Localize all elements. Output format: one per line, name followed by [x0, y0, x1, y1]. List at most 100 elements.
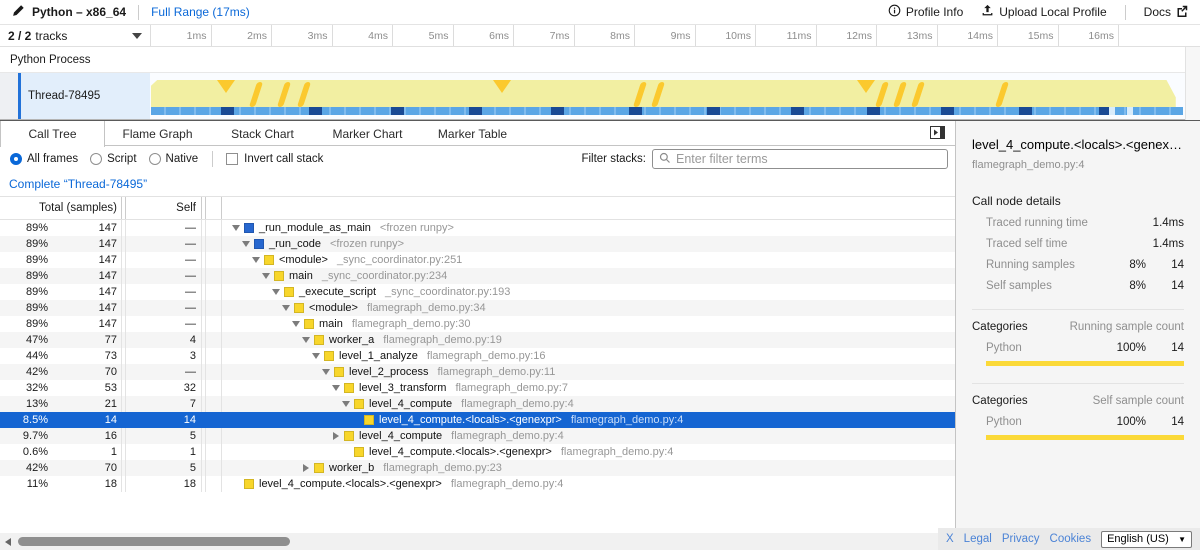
file-location: flamegraph_demo.py:7 — [455, 382, 568, 394]
table-row[interactable]: 89%147—<module>_sync_coordinator.py:251 — [0, 252, 955, 268]
tab-marker-table[interactable]: Marker Table — [420, 121, 525, 146]
time-ruler: 1ms2ms3ms4ms5ms6ms7ms8ms9ms10ms11ms12ms1… — [151, 25, 1119, 46]
row-total-samples: 1 — [52, 446, 120, 458]
column-total-samples[interactable]: Total (samples) — [0, 202, 120, 214]
icon-column — [206, 428, 222, 444]
row-tree-cell: worker_aflamegraph_demo.py:19 — [222, 334, 955, 346]
table-row[interactable]: 9.7%165level_4_computeflamegraph_demo.py… — [0, 428, 955, 444]
expand-down-icon[interactable] — [230, 225, 242, 231]
thread-track[interactable]: Thread-78495 — [0, 73, 1185, 120]
table-row[interactable]: 42%705worker_bflamegraph_demo.py:23 — [0, 460, 955, 476]
triangle-icon — [333, 432, 339, 440]
scroll-left-arrow-icon[interactable] — [5, 538, 11, 546]
category-section: CategoriesSelf sample countPython100%14 — [972, 383, 1184, 440]
table-row[interactable]: 13%217level_4_computeflamegraph_demo.py:… — [0, 396, 955, 412]
breadcrumb[interactable]: Complete “Thread-78495” — [9, 177, 147, 191]
function-name: _run_code — [269, 238, 321, 250]
row-total-samples: 21 — [52, 398, 120, 410]
icon-column — [206, 412, 222, 428]
expand-down-icon[interactable] — [260, 273, 272, 279]
tab-flame-graph[interactable]: Flame Graph — [105, 121, 210, 146]
table-row[interactable]: 42%70—level_2_processflamegraph_demo.py:… — [0, 364, 955, 380]
category-square-icon — [314, 335, 324, 345]
table-row[interactable]: 0.6%11level_4_compute.<locals>.<genexpr>… — [0, 444, 955, 460]
expand-right-icon[interactable] — [330, 432, 342, 440]
file-location: flamegraph_demo.py:23 — [383, 462, 502, 474]
invert-call-stack-checkbox[interactable] — [226, 153, 238, 165]
footer-link-legal[interactable]: Legal — [964, 533, 992, 545]
table-row[interactable]: 11%1818level_4_compute.<locals>.<genexpr… — [0, 476, 955, 492]
edit-pencil-icon[interactable] — [12, 4, 25, 20]
filter-stacks-input[interactable]: Enter filter terms — [652, 149, 948, 169]
radio-native[interactable] — [149, 153, 161, 165]
tracks-dropdown[interactable]: 2 / 2 tracks — [0, 25, 151, 46]
row-total-percent: 8.5% — [0, 414, 52, 426]
expand-right-icon[interactable] — [300, 464, 312, 472]
upload-profile-button[interactable]: Upload Local Profile — [981, 4, 1106, 20]
expand-down-icon[interactable] — [240, 241, 252, 247]
triangle-icon — [292, 321, 300, 327]
row-total-percent: 42% — [0, 462, 52, 474]
table-row[interactable]: 32%5332level_3_transformflamegraph_demo.… — [0, 380, 955, 396]
marker-triangle-icon — [857, 80, 875, 93]
expand-down-icon[interactable] — [280, 305, 292, 311]
file-location: <frozen runpy> — [330, 238, 404, 250]
tab-stack-chart[interactable]: Stack Chart — [210, 121, 315, 146]
top-bar-right: Profile Info Upload Local Profile Docs — [888, 4, 1188, 20]
scrollbar-thumb[interactable] — [18, 537, 290, 546]
profile-info-button[interactable]: Profile Info — [888, 4, 963, 20]
horizontal-scrollbar[interactable] — [0, 533, 940, 550]
row-tree-cell: level_4_compute.<locals>.<genexpr>flameg… — [222, 478, 955, 490]
tab-call-tree[interactable]: Call Tree — [0, 121, 105, 147]
row-tree-cell: _run_module_as_main<frozen runpy> — [222, 222, 955, 234]
radio-script[interactable] — [90, 153, 102, 165]
divider — [138, 5, 139, 20]
expand-down-icon[interactable] — [270, 289, 282, 295]
row-total-samples: 147 — [52, 222, 120, 234]
language-select[interactable]: English (US) ▼ — [1101, 531, 1192, 548]
expand-down-icon[interactable] — [300, 337, 312, 343]
marker-triangle-icon — [493, 80, 511, 93]
timeline-vertical-scrollbar[interactable] — [1185, 47, 1200, 120]
expand-down-icon[interactable] — [290, 321, 302, 327]
expand-down-icon[interactable] — [320, 369, 332, 375]
thread-label[interactable]: Thread-78495 — [21, 73, 150, 119]
row-self: — — [126, 238, 200, 250]
table-row[interactable]: 89%147—main_sync_coordinator.py:234 — [0, 268, 955, 284]
table-row[interactable]: 47%774worker_aflamegraph_demo.py:19 — [0, 332, 955, 348]
sidebar-toggle-icon[interactable] — [930, 126, 1188, 144]
marker-slash-icon — [893, 82, 907, 107]
expand-down-icon[interactable] — [340, 401, 352, 407]
category-square-icon — [244, 479, 254, 489]
footer-dismiss-button[interactable]: X — [946, 533, 954, 545]
table-row[interactable]: 89%147—_execute_script_sync_coordinator.… — [0, 284, 955, 300]
table-row[interactable]: 44%733level_1_analyzeflamegraph_demo.py:… — [0, 348, 955, 364]
category-item-percent: 100% — [1108, 416, 1146, 428]
full-range-link[interactable]: Full Range (17ms) — [151, 5, 250, 19]
expand-down-icon[interactable] — [310, 353, 322, 359]
thread-activity-graph[interactable] — [150, 73, 1185, 119]
footer-links: Legal Privacy Cookies — [964, 533, 1091, 545]
expand-down-icon[interactable] — [250, 257, 262, 263]
cpu-busy-segment — [221, 107, 234, 115]
docs-link[interactable]: Docs — [1144, 5, 1188, 20]
footer-link-privacy[interactable]: Privacy — [1002, 533, 1040, 545]
table-row[interactable]: 89%147—mainflamegraph_demo.py:30 — [0, 316, 955, 332]
table-row[interactable]: 8.5%1414level_4_compute.<locals>.<genexp… — [0, 412, 955, 428]
table-row[interactable]: 89%147—_run_code<frozen runpy> — [0, 236, 955, 252]
radio-all-frames[interactable] — [10, 153, 22, 165]
table-row[interactable]: 89%147—_run_module_as_main<frozen runpy> — [0, 220, 955, 236]
triangle-icon — [342, 401, 350, 407]
expand-down-icon[interactable] — [330, 385, 342, 391]
tab-marker-chart[interactable]: Marker Chart — [315, 121, 420, 146]
process-track-header[interactable]: Python Process — [0, 47, 1185, 73]
table-row[interactable]: 89%147—<module>flamegraph_demo.py:34 — [0, 300, 955, 316]
column-self[interactable]: Self — [126, 202, 200, 214]
row-tree-cell: main_sync_coordinator.py:234 — [222, 270, 955, 282]
category-square-icon — [334, 367, 344, 377]
category-item-row: Python100%14 — [972, 416, 1184, 428]
ruler-tick: 11ms — [756, 25, 817, 46]
icon-column — [206, 284, 222, 300]
icon-column — [206, 364, 222, 380]
footer-link-cookies[interactable]: Cookies — [1050, 533, 1092, 545]
